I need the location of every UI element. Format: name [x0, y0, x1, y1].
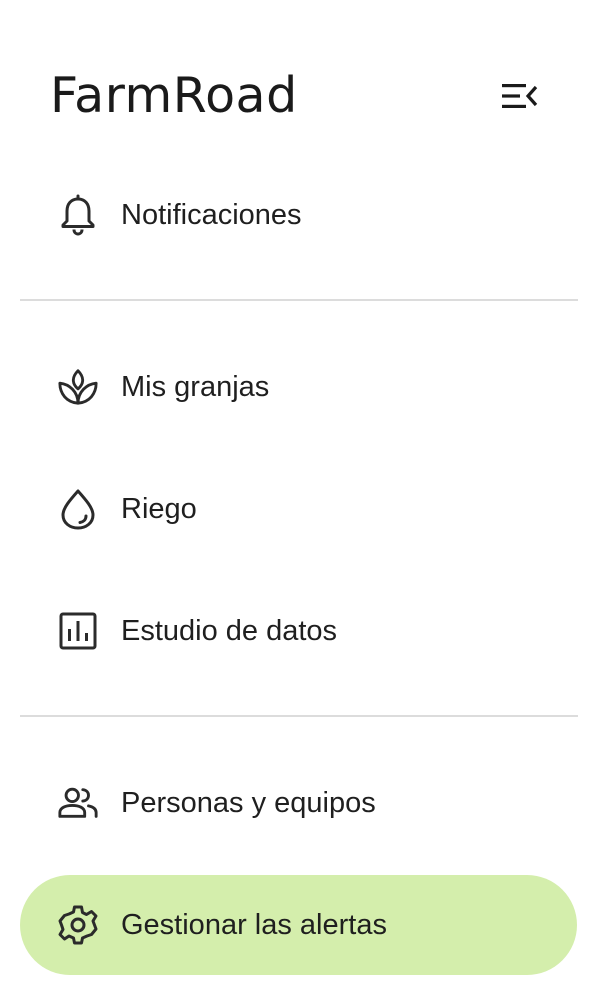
- app-logo-text: FarmRoad: [50, 67, 298, 124]
- sidebar-item-people-teams[interactable]: Personas y equipos: [20, 753, 577, 853]
- sprout-icon: [57, 366, 99, 408]
- sidebar-item-irrigation[interactable]: Riego: [20, 459, 577, 559]
- section-divider: [20, 299, 578, 301]
- sidebar-item-label: Gestionar las alertas: [121, 908, 387, 941]
- sidebar-item-label: Notificaciones: [121, 198, 302, 231]
- people-icon: [57, 782, 99, 824]
- sidebar-header: FarmRoad: [0, 0, 592, 190]
- sidebar-item-data-study[interactable]: Estudio de datos: [20, 581, 577, 681]
- sidebar-item-notifications[interactable]: Notificaciones: [20, 165, 577, 265]
- sidebar-item-label: Riego: [121, 492, 197, 525]
- collapse-menu-button[interactable]: [496, 74, 544, 118]
- sidebar-item-label: Mis granjas: [121, 370, 270, 403]
- sidebar-item-label: Personas y equipos: [121, 786, 376, 819]
- sidebar-item-label: Estudio de datos: [121, 614, 338, 647]
- bar-chart-icon: [57, 610, 99, 652]
- menu-collapse-icon: [502, 84, 538, 108]
- bell-icon: [57, 194, 99, 236]
- gear-icon: [57, 904, 99, 946]
- water-drop-icon: [57, 488, 99, 530]
- sidebar-item-manage-alerts[interactable]: Gestionar las alertas: [20, 875, 577, 975]
- sidebar-item-my-farms[interactable]: Mis granjas: [20, 337, 577, 437]
- section-divider: [20, 715, 578, 717]
